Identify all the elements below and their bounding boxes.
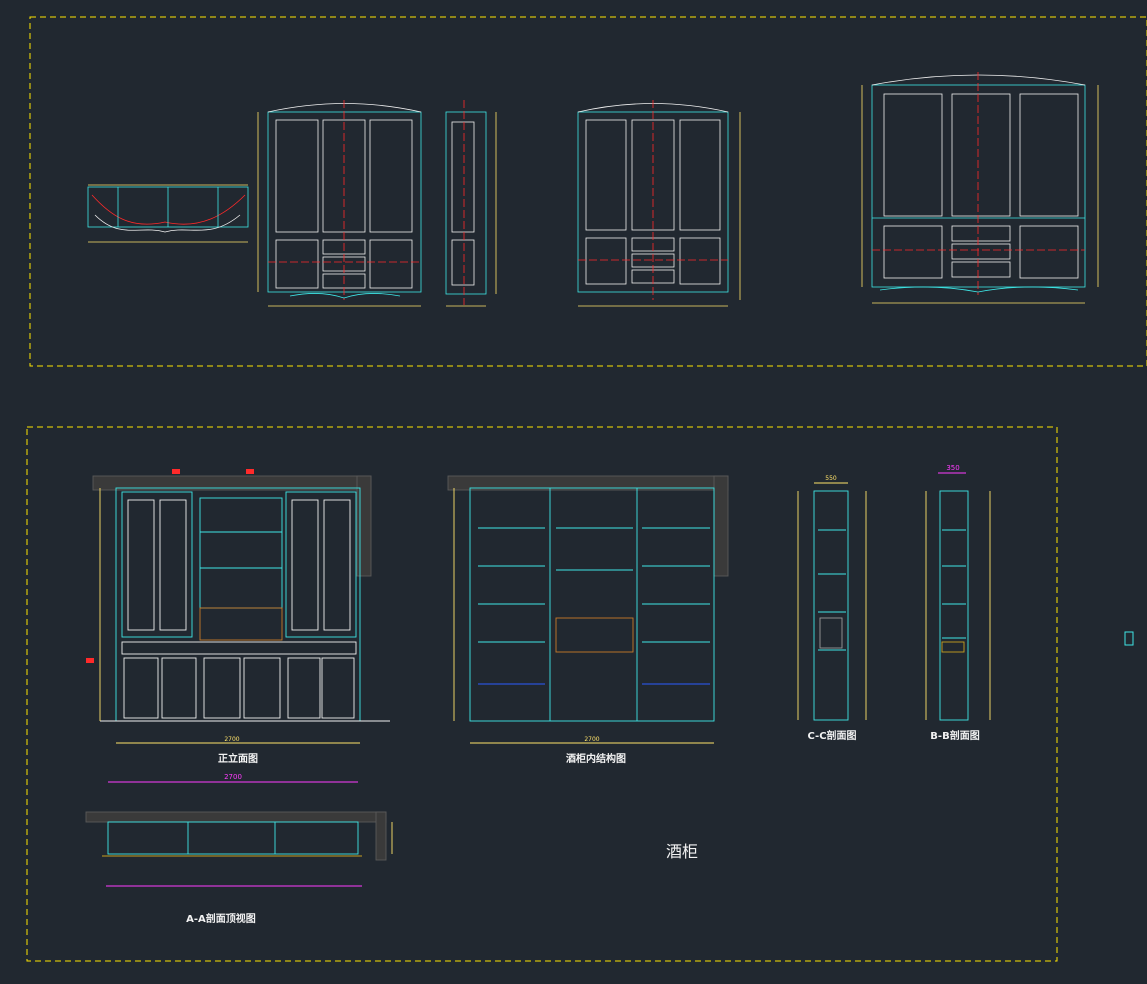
top-cabinet-elevation-2[interactable]	[577, 100, 741, 307]
plan-total-width-dim: 2700	[224, 773, 242, 781]
front-total-width-dim: 2700	[224, 736, 239, 743]
drawing-title: 酒柜	[666, 842, 698, 861]
section-bb-depth-dim: 350	[946, 464, 959, 472]
top-side-view[interactable]	[445, 100, 497, 307]
top-plan-view[interactable]	[87, 184, 249, 243]
interior-total-width-dim: 2700	[584, 736, 599, 743]
top-cabinet-elevation-1[interactable]	[257, 100, 422, 307]
interior-structure-view[interactable]	[447, 475, 729, 744]
front-elevation[interactable]	[86, 469, 390, 744]
top-section-frame	[29, 16, 1147, 367]
section-bb-view[interactable]	[925, 472, 991, 721]
plan-aa-label: A-A剖面顶视图	[186, 912, 256, 925]
interior-structure-label: 酒柜内结构图	[566, 752, 626, 765]
top-cabinet-elevation-3[interactable]	[861, 72, 1099, 304]
section-cc-label: C-C剖面图	[807, 729, 856, 742]
plan-aa-view[interactable]	[85, 781, 393, 887]
section-bb-label: B-B剖面图	[930, 729, 979, 742]
front-elevation-label: 正立面图	[218, 752, 258, 765]
side-marker[interactable]	[1124, 631, 1134, 646]
bottom-section-frame	[26, 426, 1058, 962]
section-cc-view[interactable]	[797, 482, 867, 721]
cad-drawing-canvas[interactable]: 2700 正立面图 2700 酒柜内结构图 550 C-C剖面图 350 B-B…	[0, 0, 1147, 984]
section-cc-depth-dim: 550	[825, 475, 837, 482]
